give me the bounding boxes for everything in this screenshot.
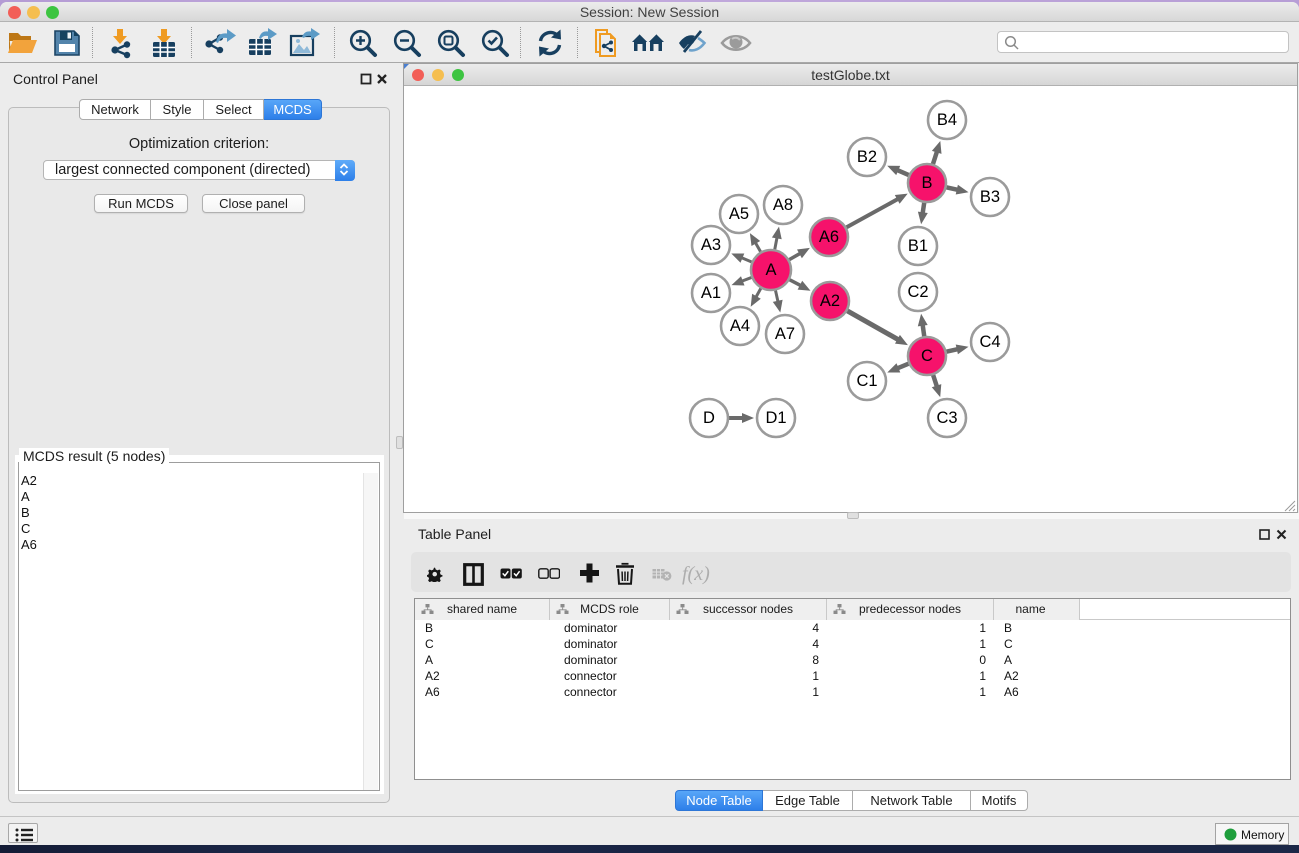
svg-text:A1: A1 bbox=[701, 284, 721, 302]
svg-text:D: D bbox=[703, 409, 715, 427]
svg-text:D1: D1 bbox=[765, 409, 786, 427]
svg-text:C: C bbox=[921, 347, 933, 365]
svg-text:B3: B3 bbox=[980, 188, 1000, 206]
svg-text:B: B bbox=[921, 174, 932, 192]
svg-text:A4: A4 bbox=[730, 317, 750, 335]
svg-text:A7: A7 bbox=[775, 325, 795, 343]
svg-text:A3: A3 bbox=[701, 236, 721, 254]
svg-text:C1: C1 bbox=[856, 372, 877, 390]
svg-text:A: A bbox=[765, 261, 776, 279]
svg-text:C4: C4 bbox=[979, 333, 1000, 351]
svg-text:A6: A6 bbox=[819, 228, 839, 246]
svg-text:B4: B4 bbox=[937, 111, 957, 129]
svg-text:C3: C3 bbox=[936, 409, 957, 427]
svg-text:B1: B1 bbox=[908, 237, 928, 255]
svg-text:A5: A5 bbox=[729, 205, 749, 223]
svg-text:B2: B2 bbox=[857, 148, 877, 166]
svg-text:A8: A8 bbox=[773, 196, 793, 214]
svg-text:A2: A2 bbox=[820, 292, 840, 310]
svg-text:C2: C2 bbox=[907, 283, 928, 301]
